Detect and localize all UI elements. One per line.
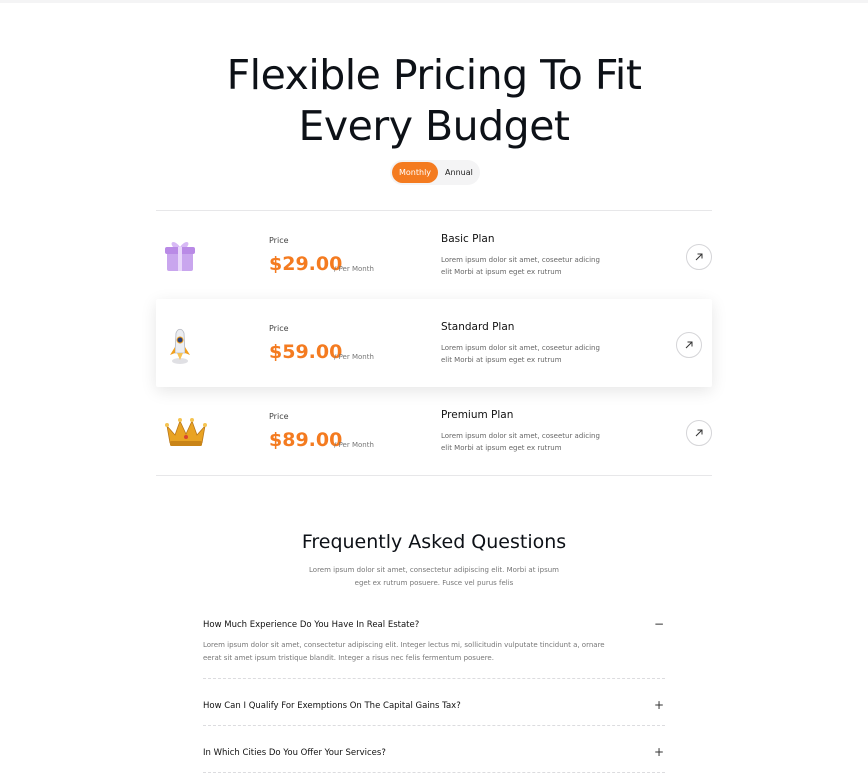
price-label: Price bbox=[269, 324, 289, 333]
plan-row-standard: Price $59.00 / Per Month Standard Plan L… bbox=[156, 299, 712, 387]
arrow-up-right-icon bbox=[685, 341, 693, 349]
plan-row-premium: Price $89.00 / Per Month Premium Plan Lo… bbox=[156, 387, 712, 475]
plan-row-basic: Price $29.00 / Per Month Basic Plan Lore… bbox=[156, 211, 712, 299]
plan-select-button[interactable] bbox=[676, 332, 702, 358]
faq-item[interactable]: How Can I Qualify For Exemptions On The … bbox=[203, 679, 665, 726]
billing-option-monthly[interactable]: Monthly bbox=[392, 162, 439, 183]
page-title-line-1: Flexible Pricing To Fit bbox=[226, 51, 642, 99]
faq-item[interactable]: In Which Cities Do You Offer Your Servic… bbox=[203, 726, 665, 773]
plan-description: Lorem ipsum dolor sit amet, coseetur adi… bbox=[441, 344, 600, 364]
plus-icon[interactable]: + bbox=[653, 699, 665, 711]
faq-question[interactable]: How Much Experience Do You Have In Real … bbox=[203, 610, 665, 640]
plans-bottom-divider bbox=[156, 475, 712, 476]
plan-name: Premium Plan bbox=[441, 409, 514, 421]
price-label: Price bbox=[269, 412, 289, 421]
faq-subtitle: Lorem ipsum dolor sit amet, consectetur … bbox=[309, 566, 559, 587]
plan-period: / Per Month bbox=[334, 265, 374, 273]
faq-answer: Lorem ipsum dolor sit amet, consectetur … bbox=[203, 641, 605, 662]
plan-price: $29.00 bbox=[269, 253, 343, 275]
plan-price: $89.00 bbox=[269, 429, 343, 451]
faq-question[interactable]: How Can I Qualify For Exemptions On The … bbox=[203, 691, 665, 725]
page-title: Flexible Pricing To Fit Every Budget bbox=[0, 50, 868, 152]
rocket-icon bbox=[164, 327, 196, 364]
top-divider bbox=[0, 0, 868, 3]
price-label: Price bbox=[269, 236, 289, 245]
plan-name: Standard Plan bbox=[441, 321, 515, 333]
plan-description: Lorem ipsum dolor sit amet, coseetur adi… bbox=[441, 432, 600, 452]
crown-icon bbox=[164, 415, 208, 449]
plan-period: / Per Month bbox=[334, 441, 374, 449]
page-title-line-2: Every Budget bbox=[298, 102, 570, 150]
arrow-up-right-icon bbox=[695, 429, 703, 437]
minus-icon[interactable]: − bbox=[653, 618, 665, 630]
arrow-up-right-icon bbox=[695, 253, 703, 261]
faq-title: Frequently Asked Questions bbox=[301, 531, 567, 553]
plus-icon[interactable]: + bbox=[653, 746, 665, 758]
faq-list: How Much Experience Do You Have In Real … bbox=[203, 610, 665, 773]
plan-description: Lorem ipsum dolor sit amet, coseetur adi… bbox=[441, 256, 600, 276]
pricing-plans: Price $29.00 / Per Month Basic Plan Lore… bbox=[156, 210, 712, 476]
plan-name: Basic Plan bbox=[441, 233, 495, 245]
plan-period: / Per Month bbox=[334, 353, 374, 361]
plan-select-button[interactable] bbox=[686, 244, 712, 270]
faq-item[interactable]: How Much Experience Do You Have In Real … bbox=[203, 610, 665, 679]
billing-toggle: Monthly Annual bbox=[390, 160, 480, 185]
billing-option-annual[interactable]: Annual bbox=[438, 162, 480, 183]
gift-icon bbox=[164, 239, 196, 273]
plan-select-button[interactable] bbox=[686, 420, 712, 446]
plan-price: $59.00 bbox=[269, 341, 343, 363]
faq-question[interactable]: In Which Cities Do You Offer Your Servic… bbox=[203, 738, 665, 772]
